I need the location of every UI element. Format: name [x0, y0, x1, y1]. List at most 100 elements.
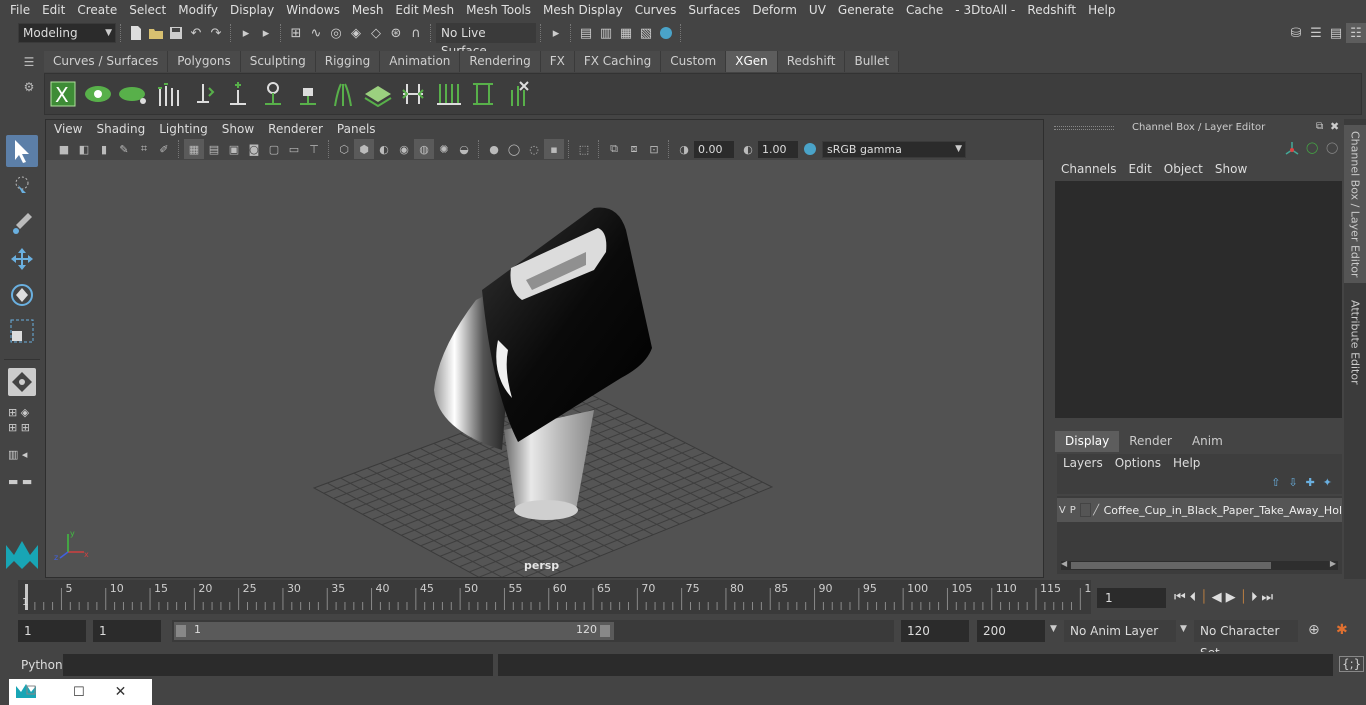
menu-uv[interactable]: UV — [803, 0, 832, 20]
wireframe-icon[interactable]: ⬡ — [334, 139, 354, 159]
shelf-tab-xgen[interactable]: XGen — [726, 51, 778, 72]
new-scene-icon[interactable] — [126, 23, 146, 43]
render-settings-icon[interactable]: ▧ — [636, 23, 656, 43]
xgen-editor-icon[interactable]: X — [46, 77, 80, 111]
viewport-menu-panels[interactable]: Panels — [330, 120, 383, 138]
modeling-toolkit-icon[interactable]: ⛁ — [1286, 23, 1306, 43]
film-gate-icon[interactable]: ▤ — [204, 139, 224, 159]
viewport-menu-show[interactable]: Show — [215, 120, 261, 138]
maximize-window-icon[interactable]: ☐ — [73, 685, 85, 700]
save-scene-icon[interactable] — [166, 23, 186, 43]
layer-color-icon[interactable]: ╱ — [1093, 505, 1104, 516]
menu-surfaces[interactable]: Surfaces — [682, 0, 746, 20]
menu-set-arrow-icon[interactable]: ▸ — [236, 23, 256, 43]
range-end-grip[interactable] — [600, 625, 610, 637]
step-back-key-icon[interactable]: ⏴ — [1190, 590, 1197, 605]
xgen-preview-icon[interactable] — [81, 77, 115, 111]
render-frame-icon[interactable]: ▤ — [576, 23, 596, 43]
hypershade-icon[interactable] — [656, 23, 676, 43]
xgen-delete-guide-icon[interactable] — [501, 77, 535, 111]
playback-end-field[interactable]: 120 — [901, 620, 969, 642]
shelf-menu-icon[interactable]: ☰ — [18, 52, 40, 72]
channel-box-menu-edit[interactable]: Edit — [1123, 160, 1158, 178]
backface-icon[interactable]: ⊡ — [644, 139, 664, 159]
auto-key-icon[interactable]: ⊕ — [1308, 622, 1320, 638]
xray-icon[interactable]: ◍ — [414, 139, 434, 159]
menu-help[interactable]: Help — [1082, 0, 1121, 20]
shelf-tab-sculpting[interactable]: Sculpting — [240, 51, 316, 72]
xgen-lock-guide-icon[interactable] — [291, 77, 325, 111]
layout-stack-icon[interactable]: ▬ ▬ — [8, 475, 36, 488]
channel-box-menu-show[interactable]: Show — [1209, 160, 1253, 178]
ambient-occlusion-icon[interactable]: ● — [484, 139, 504, 159]
undo-icon[interactable]: ↶ — [186, 23, 206, 43]
viewport-menu-renderer[interactable]: Renderer — [261, 120, 330, 138]
menu-mesh-display[interactable]: Mesh Display — [537, 0, 629, 20]
isolate-select-icon[interactable]: ⬚ — [574, 139, 594, 159]
lights-icon[interactable]: ✺ — [434, 139, 454, 159]
snap-view-icon[interactable]: ◈ — [346, 23, 366, 43]
hierarchy-arrow-icon[interactable]: ▸ — [256, 23, 276, 43]
layer-tab-anim[interactable]: Anim — [1181, 431, 1233, 452]
redo-icon[interactable]: ↷ — [206, 23, 226, 43]
layer-row[interactable]: V P ╱ Coffee_Cup_in_Black_Paper_Take_Awa… — [1057, 498, 1342, 522]
layer-scrollbar[interactable]: ◀ ▶ — [1061, 559, 1338, 570]
channel-box-toggle-b-icon[interactable]: ◯ — [1326, 141, 1338, 154]
shelf-settings-icon[interactable]: ⚙ — [18, 72, 40, 102]
attribute-editor-toggle-icon[interactable]: ☰ — [1306, 23, 1326, 43]
menu-redshift[interactable]: Redshift — [1021, 0, 1082, 20]
close-window-icon[interactable]: ✕ — [115, 684, 127, 700]
layer-playback-toggle[interactable]: P — [1068, 505, 1079, 516]
anim-layer-field[interactable]: No Anim Layer — [1064, 620, 1176, 642]
rotate-tool[interactable] — [6, 279, 38, 311]
menu-mesh-tools[interactable]: Mesh Tools — [460, 0, 537, 20]
layer-tab-render[interactable]: Render — [1119, 431, 1182, 452]
image-plane-icon[interactable]: ✎ — [114, 139, 134, 159]
channel-box-axis-icon[interactable] — [1284, 140, 1300, 159]
end-time-field[interactable]: 200 — [977, 620, 1045, 642]
snap-curve-icon[interactable]: ∿ — [306, 23, 326, 43]
shelf-tab-rigging[interactable]: Rigging — [315, 51, 381, 72]
shelf-tab-bullet[interactable]: Bullet — [845, 51, 900, 72]
anim-layer-dropdown-arrow[interactable]: ▼ — [1050, 624, 1057, 634]
menu-windows[interactable]: Windows — [280, 0, 346, 20]
shelf-tab-curves-surfaces[interactable]: Curves / Surfaces — [44, 51, 169, 72]
channel-box-menu-object[interactable]: Object — [1158, 160, 1209, 178]
menu-3dtoall[interactable]: - 3DtoAll - — [949, 0, 1021, 20]
safe-action-icon[interactable]: ▭ — [284, 139, 304, 159]
xgen-leaf-icon[interactable] — [116, 77, 150, 111]
viewport-menu-shading[interactable]: Shading — [89, 120, 152, 138]
animation-prefs-icon[interactable]: ✱ — [1336, 622, 1348, 638]
scale-tool[interactable] — [6, 315, 38, 347]
shelf-tab-animation[interactable]: Animation — [380, 51, 461, 72]
two-d-pan-icon[interactable]: ✐ — [154, 139, 174, 159]
char-set-dropdown-arrow[interactable]: ▼ — [1180, 624, 1187, 634]
range-slider-track[interactable]: 1 120 — [172, 620, 894, 642]
range-slider-handle[interactable]: 1 120 — [174, 622, 614, 640]
start-time-field[interactable]: 1 — [18, 620, 86, 642]
ipr-render-icon[interactable]: ▦ — [616, 23, 636, 43]
layer-menu-options[interactable]: Options — [1109, 454, 1167, 472]
layer-menu-help[interactable]: Help — [1167, 454, 1206, 472]
mode-dropdown[interactable]: Modeling ▼ — [18, 23, 116, 43]
antialias-icon[interactable]: ◌ — [524, 139, 544, 159]
grid-toggle-small-icon[interactable]: ⌗ — [134, 139, 154, 159]
shelf-tab-fx[interactable]: FX — [540, 51, 575, 72]
select-tool[interactable] — [6, 135, 38, 167]
color-management-icon[interactable] — [800, 139, 820, 159]
resolution-gate-icon[interactable]: ▣ — [224, 139, 244, 159]
attribute-editor-side-tab[interactable]: Attribute Editor — [1344, 293, 1366, 391]
menu-display[interactable]: Display — [224, 0, 280, 20]
menu-deform[interactable]: Deform — [746, 0, 803, 20]
xgen-density-icon[interactable] — [361, 77, 395, 111]
grid-icon[interactable]: ▦ — [184, 139, 204, 159]
menu-select[interactable]: Select — [123, 0, 172, 20]
menu-edit-mesh[interactable]: Edit Mesh — [389, 0, 460, 20]
channel-box-toggle-icon[interactable]: ☷ — [1346, 23, 1366, 43]
shelf-tab-polygons[interactable]: Polygons — [168, 51, 241, 72]
time-slider[interactable]: 5 10 15 20 25 30 35 40 45 50 55 60 65 70 75 80 85 90 95 100… — [18, 580, 1098, 614]
snap-grid-icon[interactable]: ⊞ — [286, 23, 306, 43]
shelf-tab-custom[interactable]: Custom — [661, 51, 727, 72]
lasso-tool[interactable] — [6, 171, 38, 203]
motion-blur-icon[interactable]: ◯ — [504, 139, 524, 159]
